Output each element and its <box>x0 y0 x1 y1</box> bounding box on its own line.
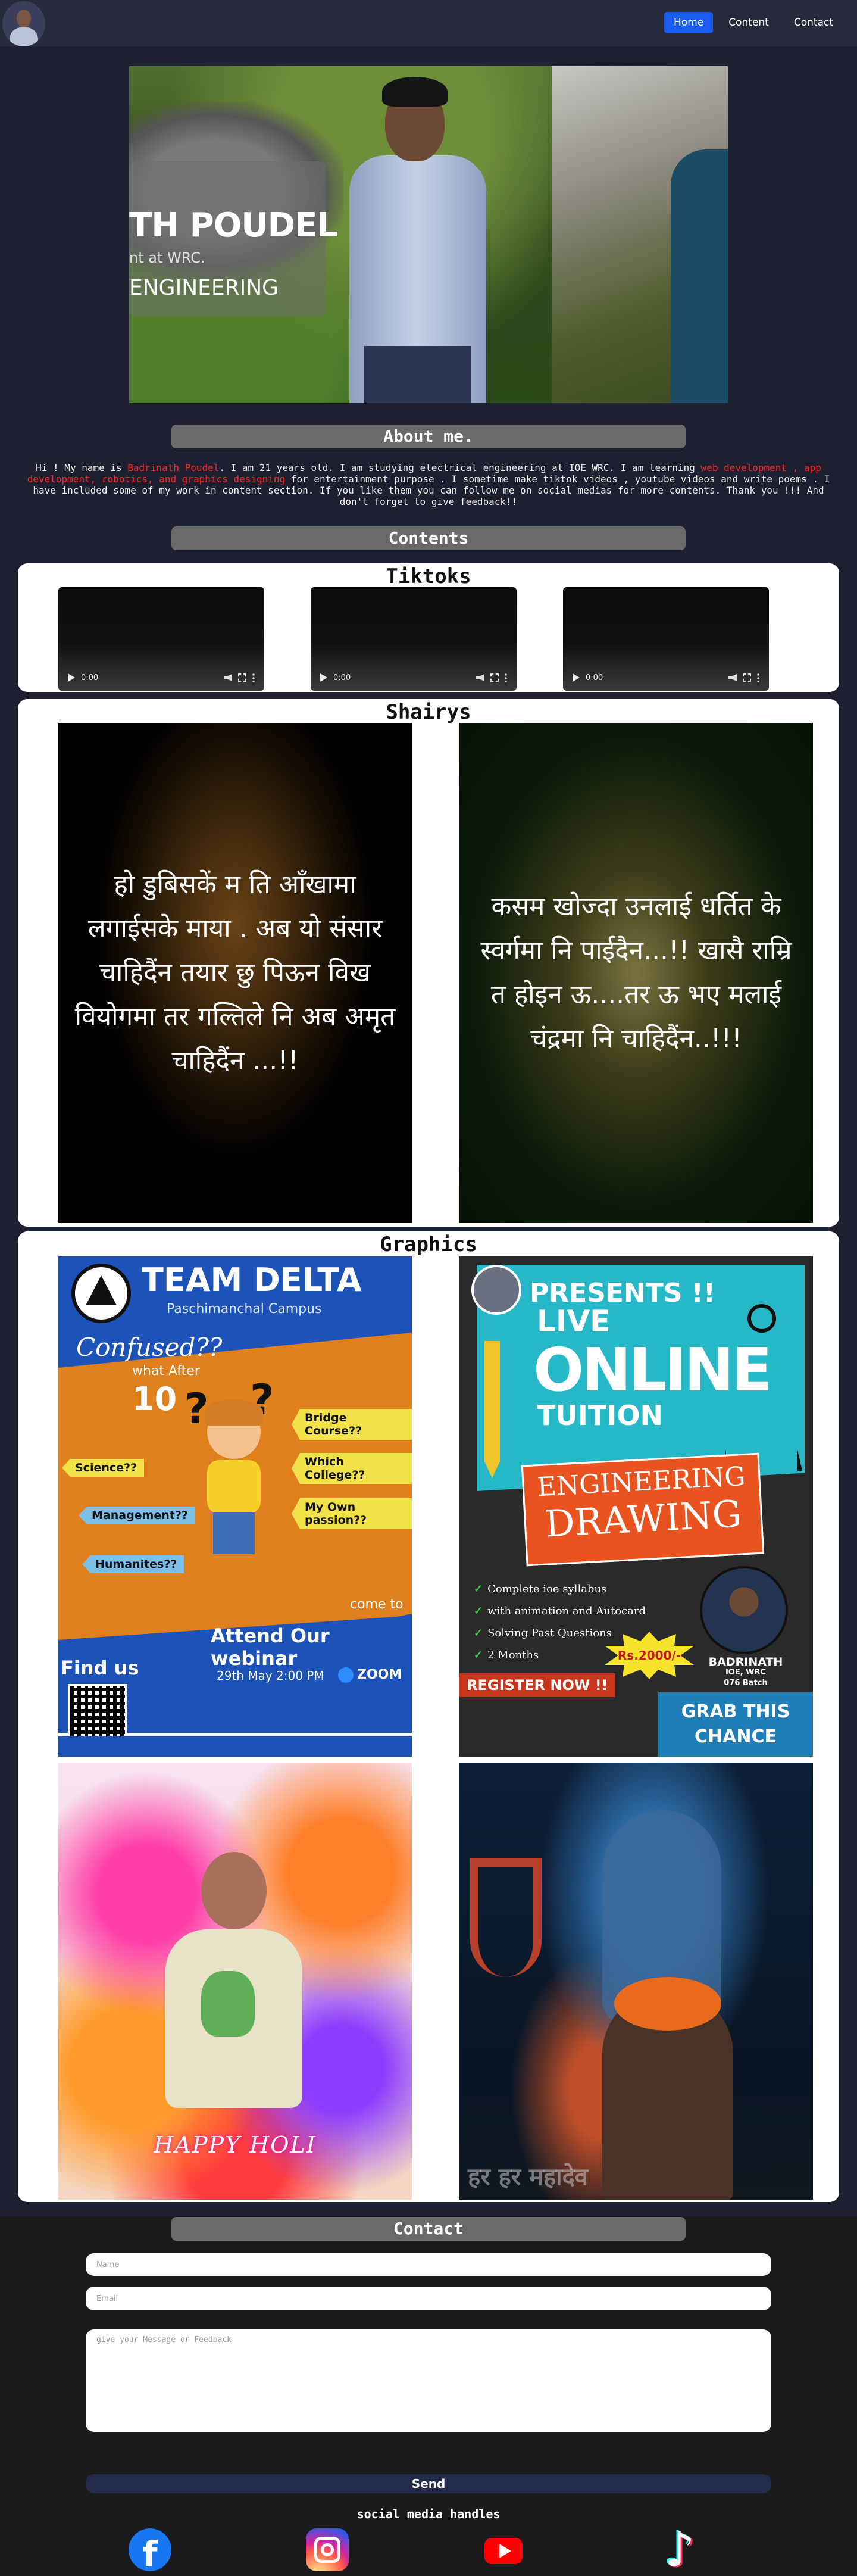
register-banner: REGISTER NOW !! <box>459 1673 615 1697</box>
play-icon[interactable] <box>573 673 580 682</box>
tiktoks-title: Tiktoks <box>386 565 471 588</box>
play-icon[interactable] <box>320 673 327 682</box>
poster-find-us: Find us <box>61 1657 139 1679</box>
hero-field: ENGINEERING <box>129 276 279 300</box>
hero-portrait <box>329 66 507 403</box>
tutor-photo <box>700 1566 788 1654</box>
check-icon: ✓ <box>474 1649 483 1661</box>
holi-image: HAPPY HOLI <box>58 1763 412 2200</box>
hero-name: TH POUDEL <box>129 206 338 245</box>
contents-title: Contents <box>171 526 686 550</box>
name-input[interactable] <box>86 2253 771 2276</box>
poem-image-1: हो डुबिसकें म ति आँखामा लगाईसके माया . अ… <box>58 723 412 1223</box>
engineering-drawing-banner: ENGINEERING DRAWING <box>521 1452 765 1567</box>
video-controls: 0:00 <box>563 665 769 691</box>
nav-home-link[interactable]: Home <box>664 12 714 33</box>
tiktoks-card: Tiktoks 0:00 0:00 0:00 <box>18 563 839 692</box>
send-button[interactable]: Send <box>86 2474 771 2493</box>
about-name: Badrinath Poudel <box>127 462 220 473</box>
poster-tag: Management?? <box>79 1507 195 1524</box>
play-icon[interactable] <box>68 673 75 682</box>
about-text: Hi ! My name is Badrinath Poudel. I am 2… <box>27 462 830 507</box>
poster-tag: Humanites?? <box>82 1555 184 1573</box>
mahadev-image: हर हर महादेव <box>459 1763 813 2200</box>
nav-links: Home Content Contact <box>664 12 843 33</box>
volume-icon[interactable] <box>476 674 484 681</box>
email-input[interactable] <box>86 2287 771 2310</box>
shairys-card: Shairys हो डुबिसकें म ति आँखामा लगाईसके … <box>18 699 839 1227</box>
facebook-icon[interactable]: f <box>129 2528 171 2571</box>
more-options-icon[interactable] <box>505 673 507 682</box>
volume-icon[interactable] <box>728 674 737 681</box>
poster-attend: Attend Our webinar <box>211 1624 330 1670</box>
fullscreen-icon[interactable] <box>238 673 246 682</box>
tiktok-video-3[interactable]: 0:00 <box>563 587 769 691</box>
fullscreen-icon[interactable] <box>743 673 751 682</box>
compass-icon <box>709 1304 805 1471</box>
poster-tag: Which College?? <box>292 1453 412 1484</box>
mahadev-text: हर हर महादेव <box>468 2163 589 2191</box>
trident-icon <box>470 1858 542 1977</box>
video-controls: 0:00 <box>58 665 264 691</box>
youtube-icon[interactable] <box>482 2528 525 2571</box>
qr-code-icon <box>68 1684 127 1744</box>
more-options-icon[interactable] <box>252 673 255 682</box>
poster-tag: Science?? <box>62 1459 145 1477</box>
poem-image-2: कसम खोज्दा उनलाई धर्तित के स्वर्गमा नि प… <box>459 723 813 1223</box>
hero-banner: TH POUDEL nt at WRC. ENGINEERING <box>129 66 728 403</box>
tutor-name: BADRINATH IOE, WRC 076 Batch <box>708 1655 783 1688</box>
tiktok-icon[interactable]: ♪ <box>658 2526 701 2574</box>
hero-second-slide <box>552 66 728 403</box>
poster-come-to: come to <box>350 1597 404 1612</box>
graphics-card: Graphics TEAM DELTA Paschimanchal Campus… <box>18 1231 839 2202</box>
social-media-title: social media handles <box>356 2507 501 2521</box>
tiktok-video-2[interactable]: 0:00 <box>311 587 517 691</box>
tiktok-video-1[interactable]: 0:00 <box>58 587 264 691</box>
hero-role: nt at WRC. <box>129 250 205 266</box>
volume-icon[interactable] <box>224 674 232 681</box>
message-textarea[interactable] <box>86 2329 771 2432</box>
poster-live: LIVE <box>537 1304 611 1339</box>
video-time: 0:00 <box>586 673 603 682</box>
team-delta-poster: TEAM DELTA Paschimanchal Campus Confused… <box>58 1256 412 1757</box>
poster-confused: Confused?? <box>76 1333 223 1362</box>
nav-content-link[interactable]: Content <box>719 12 778 33</box>
shairys-title: Shairys <box>386 700 471 724</box>
contact-title: Contact <box>171 2217 686 2241</box>
navbar: Home Content Contact <box>0 0 857 46</box>
profile-avatar[interactable] <box>2 1 45 46</box>
video-controls: 0:00 <box>311 665 517 691</box>
poster-campus: Paschimanchal Campus <box>167 1302 322 1317</box>
poster-tag: My Own passion?? <box>292 1498 412 1529</box>
hero-background: TH POUDEL nt at WRC. ENGINEERING <box>129 66 552 403</box>
avatar <box>471 1265 521 1315</box>
team-delta-logo-icon <box>71 1264 131 1323</box>
pencil-icon <box>484 1341 500 1478</box>
about-title: About me. <box>171 425 686 448</box>
grab-chance-banner: GRAB THIS CHANCE <box>658 1692 813 1757</box>
poster-what-after: what After <box>132 1364 200 1379</box>
poster-ten: 10 <box>132 1380 177 1418</box>
poster-tag: Bridge Course?? <box>292 1409 412 1440</box>
check-icon: ✓ <box>474 1605 483 1617</box>
more-options-icon[interactable] <box>757 673 759 682</box>
poster-date: 29th May 2:00 PM <box>217 1669 324 1683</box>
confused-kid-illustration <box>189 1399 279 1572</box>
fullscreen-icon[interactable] <box>490 673 499 682</box>
check-icon: ✓ <box>474 1627 483 1639</box>
online-tuition-poster: PRESENTS !! LIVE ONLINE TUITION ENGINEER… <box>459 1256 813 1757</box>
graphics-title: Graphics <box>380 1233 477 1256</box>
nav-contact-link[interactable]: Contact <box>784 12 843 33</box>
video-time: 0:00 <box>333 673 351 682</box>
check-icon: ✓ <box>474 1583 483 1595</box>
video-time: 0:00 <box>81 673 99 682</box>
instagram-icon[interactable] <box>306 2528 349 2571</box>
zoom-icon: ZOOM <box>338 1667 402 1683</box>
holi-text: HAPPY HOLI <box>154 2132 317 2158</box>
poster-tuition: TUITION <box>537 1399 663 1432</box>
poster-title: TEAM DELTA <box>142 1261 362 1299</box>
